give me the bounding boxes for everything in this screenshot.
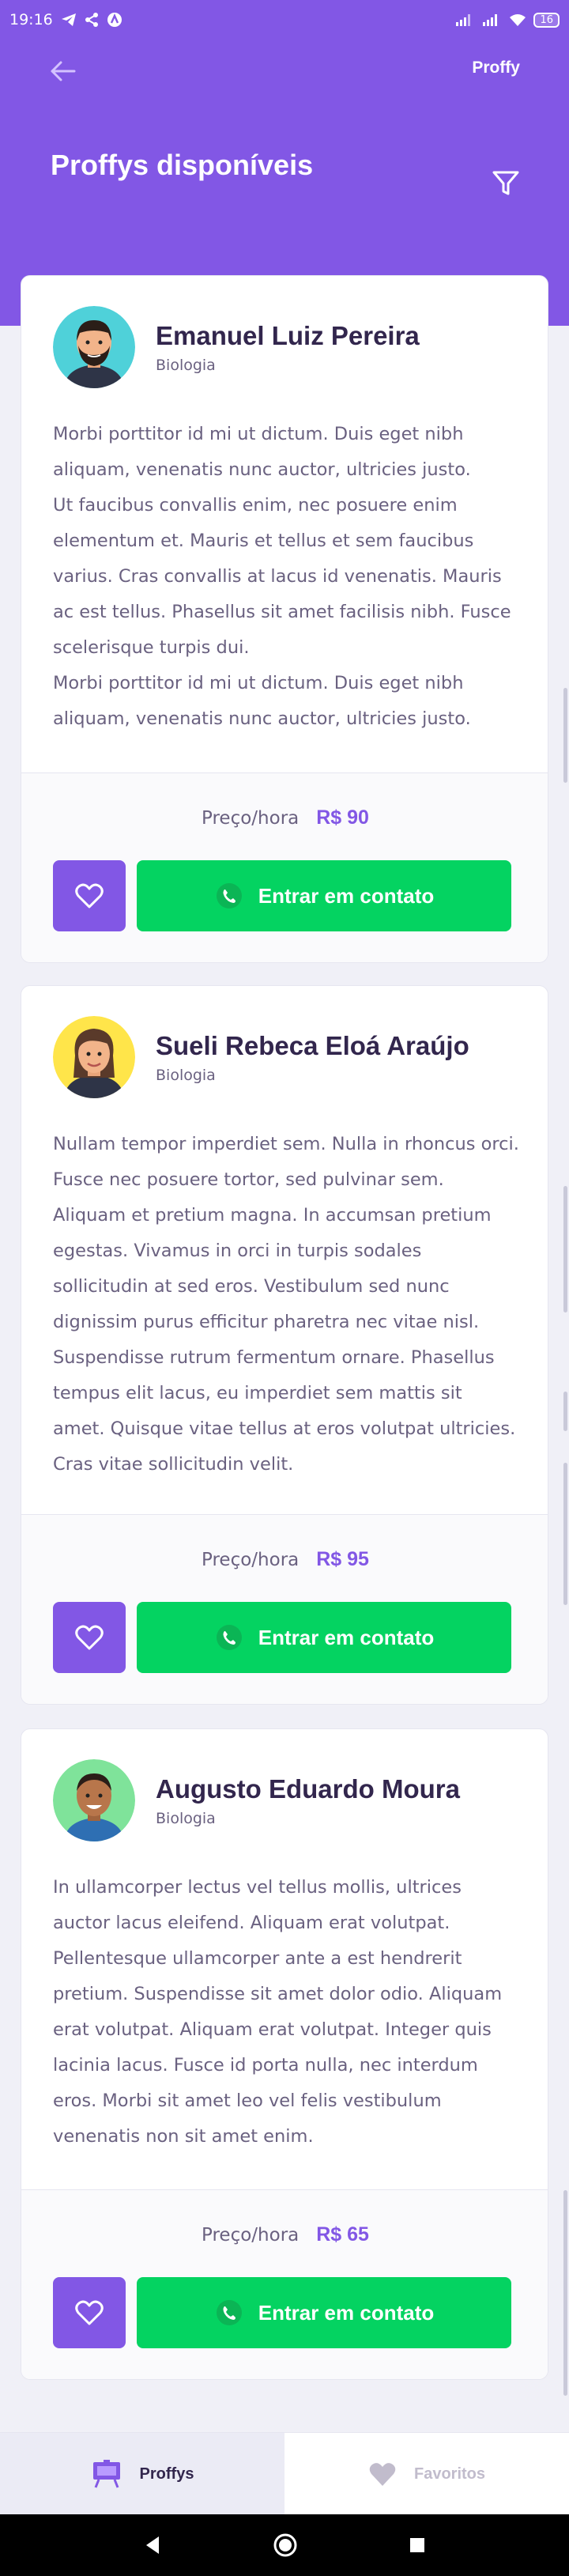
avatar xyxy=(53,1759,135,1841)
telegram-icon xyxy=(61,13,76,26)
teacher-subject: Biologia xyxy=(156,1067,216,1084)
heart-icon xyxy=(369,2463,396,2486)
heart-outline-icon xyxy=(75,2300,104,2325)
contact-button[interactable]: Entrar em contato xyxy=(137,1602,511,1673)
teacher-name: Augusto Eduardo Moura xyxy=(156,1774,460,1804)
scrollbar[interactable] xyxy=(563,688,567,783)
contact-button[interactable]: Entrar em contato xyxy=(137,860,511,931)
whatsapp-icon xyxy=(216,2300,242,2325)
card-footer: Preço/hora R$ 65 Entrar em contato xyxy=(21,2189,548,2379)
filter-icon xyxy=(492,171,519,195)
favorite-button[interactable] xyxy=(53,860,126,931)
status-time: 19:16 xyxy=(9,11,53,28)
avatar xyxy=(53,1016,135,1098)
price-value: R$ 90 xyxy=(316,806,369,829)
teacher-name: Sueli Rebeca Eloá Araújo xyxy=(156,1031,469,1060)
wifi-icon xyxy=(510,14,526,26)
scrollbar[interactable] xyxy=(563,1392,567,1431)
whatsapp-icon xyxy=(216,1625,242,1650)
price-label: Preço/hora xyxy=(202,1550,300,1570)
easel-icon xyxy=(92,2460,120,2488)
scrollbar[interactable] xyxy=(563,1463,567,1605)
teacher-subject: Biologia xyxy=(156,357,216,374)
heart-outline-icon xyxy=(75,883,104,908)
back-nav-icon[interactable] xyxy=(143,2535,162,2555)
teacher-card: Sueli Rebeca Eloá Araújo Biologia Nullam… xyxy=(21,985,548,1705)
teacher-bio: In ullamcorper lectus vel tellus mollis,… xyxy=(53,1877,503,2147)
signal-icon-2 xyxy=(483,14,498,26)
contact-button[interactable]: Entrar em contato xyxy=(137,2277,511,2348)
recents-nav-icon[interactable] xyxy=(409,2536,426,2554)
app-notification-icon xyxy=(107,13,122,27)
card-footer: Preço/hora R$ 95 Entrar em contato xyxy=(21,1514,548,1704)
contact-label: Entrar em contato xyxy=(258,883,435,908)
favorite-button[interactable] xyxy=(53,2277,126,2348)
teacher-card: Emanuel Luiz Pereira Biologia Morbi port… xyxy=(21,275,548,963)
battery-indicator: 16 xyxy=(533,12,560,28)
tab-label: Proffys xyxy=(139,2465,194,2483)
home-nav-icon[interactable] xyxy=(273,2533,298,2558)
scrollbar[interactable] xyxy=(563,1186,567,1313)
teacher-profile: Sueli Rebeca Eloá Araújo Biologia xyxy=(53,1016,469,1098)
filter-button[interactable] xyxy=(490,168,522,199)
page-title: Proffys disponíveis xyxy=(51,149,314,181)
price-value: R$ 65 xyxy=(316,2223,369,2246)
back-button[interactable] xyxy=(47,57,79,85)
teacher-profile: Emanuel Luiz Pereira Biologia xyxy=(53,306,420,388)
teacher-subject: Biologia xyxy=(156,1810,216,1827)
bottom-tab-bar: Proffys Favoritos xyxy=(0,2432,569,2515)
price-row: Preço/hora R$ 95 xyxy=(21,1548,548,1571)
contact-label: Entrar em contato xyxy=(258,1625,435,1649)
card-footer: Preço/hora R$ 90 Entrar em contato xyxy=(21,772,548,962)
teacher-bio: Nullam tempor imperdiet sem. Nulla in rh… xyxy=(53,1134,519,1475)
status-bar: 19:16 16 xyxy=(0,0,569,40)
share-icon xyxy=(85,13,98,27)
system-navigation-bar xyxy=(0,2514,569,2576)
avatar xyxy=(53,306,135,388)
teacher-bio: Morbi porttitor id mi ut dictum. Duis eg… xyxy=(53,424,511,729)
brand-logo: Proffy xyxy=(472,59,520,77)
whatsapp-icon xyxy=(216,883,242,908)
teacher-name: Emanuel Luiz Pereira xyxy=(156,321,420,350)
price-row: Preço/hora R$ 65 xyxy=(21,2223,548,2246)
heart-outline-icon xyxy=(75,1625,104,1650)
teacher-profile: Augusto Eduardo Moura Biologia xyxy=(53,1759,460,1841)
arrow-left-icon xyxy=(51,61,76,81)
contact-label: Entrar em contato xyxy=(258,2300,435,2325)
scrollbar[interactable] xyxy=(563,2190,567,2396)
tab-favoritos[interactable]: Favoritos xyxy=(284,2433,569,2515)
signal-icon xyxy=(456,14,471,26)
favorite-button[interactable] xyxy=(53,1602,126,1673)
price-label: Preço/hora xyxy=(202,2225,300,2246)
price-label: Preço/hora xyxy=(202,808,300,829)
teacher-card: Augusto Eduardo Moura Biologia In ullamc… xyxy=(21,1728,548,2380)
price-row: Preço/hora R$ 90 xyxy=(21,806,548,829)
price-value: R$ 95 xyxy=(316,1548,369,1570)
tab-label: Favoritos xyxy=(413,2465,486,2483)
tab-proffys[interactable]: Proffys xyxy=(0,2433,284,2515)
